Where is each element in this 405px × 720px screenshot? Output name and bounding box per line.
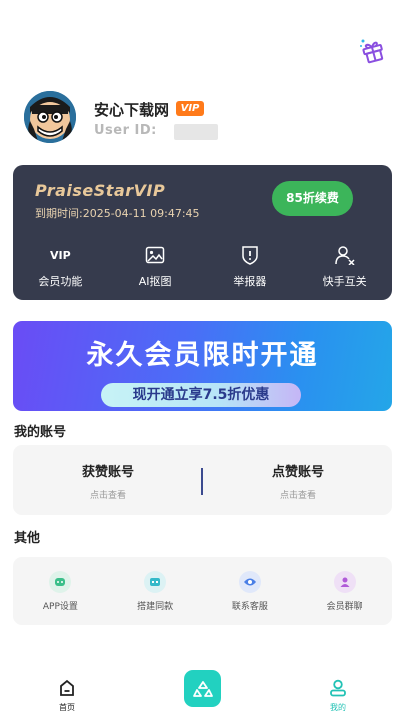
center-action-button[interactable] xyxy=(184,670,221,707)
app-settings-item[interactable]: APP设置 xyxy=(13,557,108,625)
account-title: 点赞账号 xyxy=(271,465,324,480)
feature-label: AI抠图 xyxy=(138,275,172,288)
build-face-icon xyxy=(144,571,167,593)
tab-home[interactable]: 首页 xyxy=(47,679,87,713)
vip-card: PraiseStarVIP 到期时间:2025-04-11 09:47:45 8… xyxy=(13,165,392,300)
alert-shield-icon xyxy=(203,243,298,267)
feature-kuaishou-follow[interactable]: 快手互关 xyxy=(297,243,392,293)
gift-button[interactable] xyxy=(356,34,390,68)
image-icon xyxy=(108,243,203,267)
renew-button[interactable]: 85折续费 xyxy=(272,181,353,216)
gift-icon xyxy=(360,39,384,64)
vip-expire-time: 到期时间:2025-04-11 09:47:45 xyxy=(35,207,200,220)
group-person-icon xyxy=(333,571,356,593)
banner-subtitle: 现开通立享7.5折优惠 xyxy=(101,383,301,407)
vip-group-item[interactable]: 会员群聊 xyxy=(297,557,392,625)
divider xyxy=(201,468,203,495)
feature-label: 快手互关 xyxy=(322,275,367,288)
feature-label: 会员功能 xyxy=(38,275,83,288)
tab-label: 我的 xyxy=(330,703,346,712)
other-label: APP设置 xyxy=(42,602,78,612)
settings-face-icon xyxy=(49,571,72,593)
vip-icon: VIP xyxy=(50,248,71,262)
accounts-card: 获赞账号 点击查看 点赞账号 点击查看 xyxy=(13,445,392,515)
build-same-item[interactable]: 搭建同款 xyxy=(108,557,203,625)
banner-title: 永久会员限时开通 xyxy=(86,340,319,371)
tab-label: 首页 xyxy=(59,703,75,712)
account-title: 获赞账号 xyxy=(81,465,134,480)
other-title: 其他 xyxy=(14,531,41,546)
recycle-icon xyxy=(192,680,213,697)
feature-vip[interactable]: VIP 会员功能 xyxy=(13,243,108,293)
feature-ai-cutout[interactable]: AI抠图 xyxy=(108,243,203,293)
home-icon xyxy=(60,679,74,696)
account-sub: 点击查看 xyxy=(89,491,126,501)
contact-service-item[interactable]: 联系客服 xyxy=(203,557,298,625)
user-x-icon xyxy=(297,243,392,267)
other-label: 搭建同款 xyxy=(137,602,174,612)
other-card: APP设置 搭建同款 联系客服 会员群聊 xyxy=(13,557,392,625)
user-id-masked xyxy=(174,124,218,140)
other-label: 联系客服 xyxy=(231,602,268,612)
vip-title: PraiseStarVIP xyxy=(35,181,166,200)
vip-badge: VIP xyxy=(176,101,204,116)
avatar[interactable] xyxy=(24,91,76,143)
avatar-image xyxy=(24,91,76,143)
user-id-label: User ID: xyxy=(94,123,157,138)
tab-mine[interactable]: 我的 xyxy=(318,679,358,713)
eye-icon xyxy=(238,571,261,593)
vip-features: VIP 会员功能 AI抠图 举报器 快手互关 xyxy=(13,243,392,293)
account-sub: 点击查看 xyxy=(279,491,316,501)
feature-reporter[interactable]: 举报器 xyxy=(203,243,298,293)
profile-header[interactable]: 安心下载网 VIP User ID: xyxy=(24,91,364,145)
my-accounts-title: 我的账号 xyxy=(14,425,67,440)
liker-account-item[interactable]: 点赞账号 点击查看 xyxy=(223,461,373,501)
other-label: 会员群聊 xyxy=(326,602,363,612)
liked-account-item[interactable]: 获赞账号 点击查看 xyxy=(33,461,183,501)
promo-banner[interactable]: 永久会员限时开通 现开通立享7.5折优惠 xyxy=(13,321,392,411)
user-icon xyxy=(330,679,346,697)
feature-label: 举报器 xyxy=(233,275,267,288)
username: 安心下载网 xyxy=(94,101,170,119)
